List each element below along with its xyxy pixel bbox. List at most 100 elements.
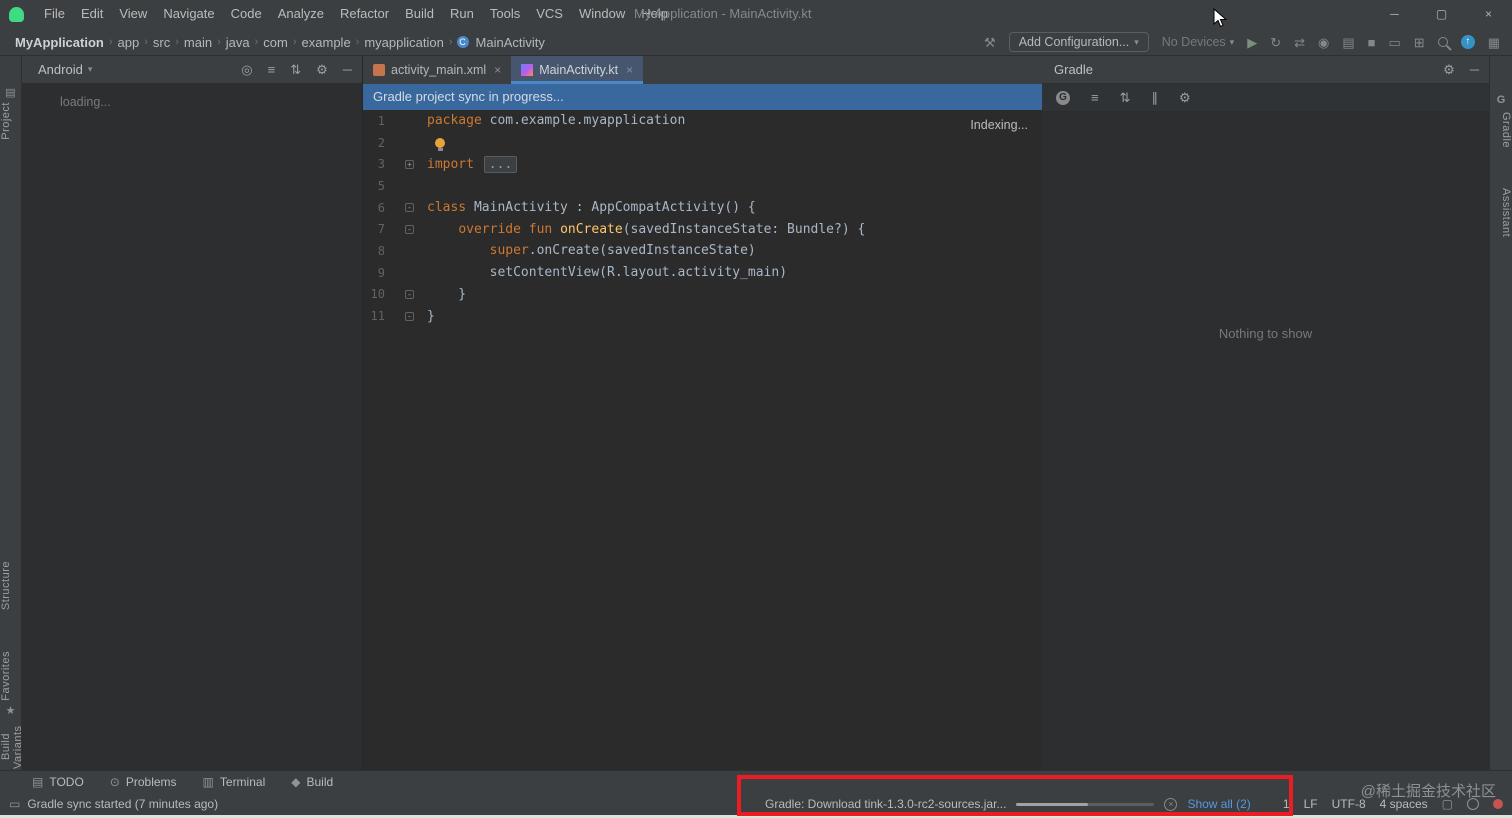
breadcrumb-item-myapplication[interactable]: MyApplication (12, 35, 107, 50)
layout-inspector-icon[interactable]: ⊞ (1414, 36, 1425, 49)
menu-item-view[interactable]: View (111, 0, 155, 28)
menu-item-analyze[interactable]: Analyze (270, 0, 332, 28)
project-header-icons: ◎ ≡ ⇅ ⚙ ─ (241, 63, 352, 76)
minimize-icon[interactable]: ─ (1371, 0, 1418, 28)
fold-marker-icon[interactable]: + (405, 159, 414, 169)
menu-item-refactor[interactable]: Refactor (332, 0, 397, 28)
todo-icon: ▤ (32, 775, 44, 789)
expand-all-icon[interactable]: ≡ (1091, 91, 1099, 104)
fold-marker-icon[interactable]: - (405, 203, 414, 213)
hide-panel-icon[interactable]: ─ (343, 63, 352, 76)
menu-item-window[interactable]: Window (571, 0, 633, 28)
fold-column: - (385, 203, 421, 213)
grid-icon[interactable]: ▦ (1488, 36, 1500, 49)
sidebar-item-structure[interactable]: Structure (0, 561, 21, 610)
add-configuration-button[interactable]: Add Configuration... ▾ (1008, 32, 1149, 52)
tab-close-icon[interactable]: × (494, 63, 501, 77)
code-text: override fun onCreate (savedInstanceState… (421, 222, 865, 237)
menu-item-tools[interactable]: Tools (482, 0, 528, 28)
editor-tab-activity_main.xml[interactable]: activity_main.xml × (363, 56, 511, 84)
breadcrumb-separator: › (448, 36, 453, 48)
code-line: 9 setContentView(R.layout.activity_main) (363, 262, 1042, 284)
device-selector[interactable]: No Devices ▾ (1162, 35, 1234, 49)
editor-tab-MainActivity.kt[interactable]: MainActivity.kt × (511, 56, 644, 84)
breadcrumb-item-main[interactable]: main (181, 35, 215, 50)
nav-icons: ▶ ↻ ⇄ ◉ ▤ ■ ▭ ⊞ ↑ ▦ (1247, 35, 1500, 49)
hide-panel-icon[interactable]: ─ (1470, 63, 1479, 76)
breadcrumb-item-src[interactable]: src (150, 35, 173, 50)
menu-item-file[interactable]: File (36, 0, 73, 28)
breadcrumb-item-mainactivity[interactable]: MainActivity (473, 35, 548, 50)
line-ending-indicator[interactable]: LF (1304, 797, 1318, 811)
search-icon[interactable] (1437, 37, 1448, 47)
caret-position[interactable]: 1 (1283, 797, 1290, 811)
line-number: 3 (377, 157, 385, 172)
sidebar-item-project[interactable]: Project (0, 102, 21, 140)
fold-marker-icon[interactable]: - (405, 311, 414, 321)
menu-item-code[interactable]: Code (223, 0, 270, 28)
tool-window-button-problems[interactable]: ⊙ Problems (110, 775, 177, 789)
code-text: setContentView(R.layout.activity_main) (421, 265, 787, 280)
sidebar-item-assistant[interactable]: Assistant (1490, 188, 1512, 237)
toggle-offline-icon[interactable]: ∥ (1152, 91, 1159, 104)
kotlin-file-icon (521, 64, 534, 76)
project-tool-icon[interactable]: ▤ (0, 86, 21, 99)
close-icon[interactable]: × (1465, 0, 1512, 28)
code-token: MainActivity : AppCompatActivity() { (473, 200, 756, 216)
breadcrumb-item-app[interactable]: app (115, 35, 143, 50)
updates-icon[interactable]: ↑ (1460, 35, 1475, 49)
menu-item-vcs[interactable]: VCS (528, 0, 571, 28)
window-controls: ─ ▢ × (1371, 0, 1512, 28)
profiler-icon[interactable]: ▤ (1342, 36, 1354, 49)
code-token: setContentView(R.layout.activity_main) (427, 265, 788, 281)
show-all-link[interactable]: Show all (2) (1187, 797, 1250, 811)
tool-window-button-todo[interactable]: ▤ TODO (32, 775, 84, 789)
maximize-icon[interactable]: ▢ (1418, 0, 1465, 28)
sidebar-item-favorites[interactable]: Favorites (0, 651, 21, 701)
sidebar-item-gradle[interactable]: Gradle (1490, 112, 1512, 148)
fold-marker-icon[interactable]: - (405, 289, 414, 299)
settings-icon[interactable]: ⚙ (1443, 63, 1455, 76)
gradle-elephant-icon[interactable]: G (1056, 90, 1070, 105)
collapse-all-icon[interactable]: ⇅ (1120, 91, 1131, 104)
menu-item-build[interactable]: Build (397, 0, 442, 28)
android-studio-window: File Edit View Navigate Code Analyze Refactor B… (0, 0, 1512, 818)
intention-bulb-icon[interactable] (435, 137, 445, 151)
fold-column: - (385, 224, 421, 234)
code-line: 7 - override fun onCreate (savedInstanceSt… (363, 218, 1042, 240)
breadcrumb-item-java[interactable]: java (223, 35, 253, 50)
menu-item-edit[interactable]: Edit (73, 0, 111, 28)
collapse-all-icon[interactable]: ⇅ (290, 63, 301, 76)
breadcrumb-item-myapplication[interactable]: myapplication (361, 35, 447, 50)
menu-item-run[interactable]: Run (442, 0, 482, 28)
menu-item-navigate[interactable]: Navigate (155, 0, 222, 28)
gradle-settings-icon[interactable]: ⚙ (1179, 91, 1191, 104)
tab-close-icon[interactable]: × (626, 63, 633, 77)
code-area[interactable]: 1 package com.example.myapplication 2 3 + imp… (363, 110, 1042, 770)
breadcrumb-item-example[interactable]: example (299, 35, 354, 50)
apply-code-changes-icon[interactable]: ⇄ (1294, 36, 1305, 49)
run-icon[interactable]: ▶ (1247, 36, 1257, 49)
cancel-task-icon[interactable]: × (1164, 797, 1178, 811)
tool-window-button-build[interactable]: ◆ Build (291, 775, 333, 789)
code-line: 5 (363, 175, 1042, 197)
project-view-selector[interactable]: Android ▾ (38, 62, 92, 77)
sidebar-item-build-variants[interactable]: Build Variants (0, 724, 24, 770)
fold-marker-icon[interactable]: - (405, 224, 414, 234)
expand-all-icon[interactable]: ≡ (268, 63, 276, 76)
make-project-icon[interactable]: ⚒ (984, 36, 996, 49)
code-text: package com.example.myapplication (421, 113, 685, 128)
project-loading-text: loading... (60, 95, 111, 109)
code-token: onCreate (560, 221, 623, 237)
device-manager-icon[interactable]: ▭ (1389, 36, 1401, 49)
code-token: class (427, 200, 474, 216)
debug-icon[interactable]: ◉ (1318, 36, 1329, 49)
stop-icon[interactable]: ■ (1368, 36, 1376, 49)
apply-changes-icon[interactable]: ↻ (1270, 36, 1281, 49)
breadcrumb-item-com[interactable]: com (260, 35, 291, 50)
tool-window-button-terminal[interactable]: ▥ Terminal (203, 775, 266, 789)
settings-icon[interactable]: ⚙ (316, 63, 328, 76)
locate-file-icon[interactable]: ◎ (241, 63, 252, 76)
event-log-icon[interactable]: ▭ (9, 798, 20, 810)
